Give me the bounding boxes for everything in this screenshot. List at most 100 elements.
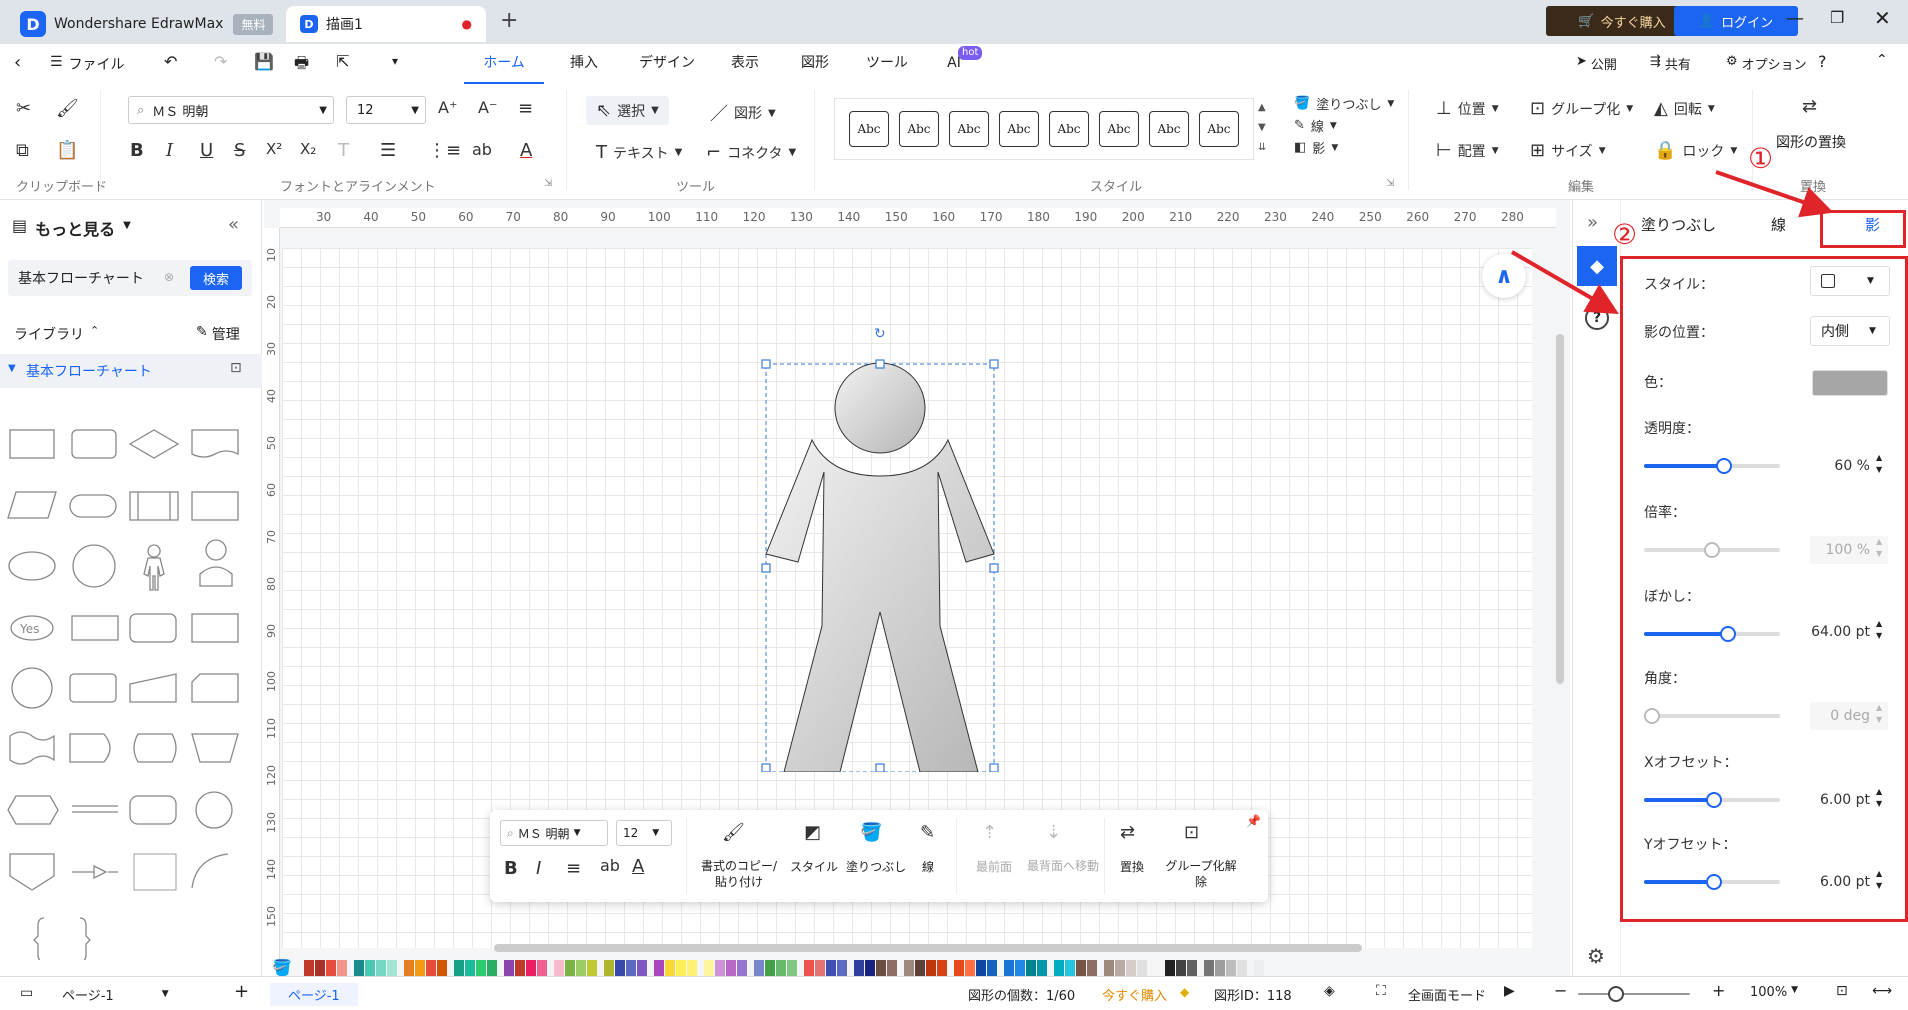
- color-swatch[interactable]: [304, 960, 314, 976]
- color-swatch[interactable]: [604, 960, 614, 976]
- shape-ellipse[interactable]: [8, 551, 56, 581]
- float-ungroup-icon[interactable]: ⊡: [1184, 822, 1199, 843]
- color-swatch[interactable]: [326, 960, 336, 976]
- color-swatch[interactable]: [704, 960, 714, 976]
- resize-handle[interactable]: [761, 359, 771, 369]
- page-layout-icon[interactable]: ▭: [20, 985, 33, 1001]
- person-shape[interactable]: ↻: [760, 326, 1000, 772]
- decrease-font-icon[interactable]: A⁻: [478, 98, 497, 117]
- text-tool-button[interactable]: T テキスト ▼: [592, 138, 686, 167]
- shape-parallelogram[interactable]: [7, 491, 57, 519]
- color-swatch[interactable]: [676, 960, 686, 976]
- shape-user[interactable]: [199, 539, 233, 587]
- float-bring-front-icon[interactable]: ⇡: [982, 822, 997, 843]
- login-button[interactable]: 👤 ログイン: [1674, 6, 1798, 36]
- shape-card-corner[interactable]: [191, 673, 239, 703]
- color-swatch[interactable]: [1137, 960, 1147, 976]
- color-swatch[interactable]: [1254, 960, 1264, 976]
- zoom-level-select[interactable]: 100% ▼: [1750, 985, 1798, 1000]
- shape-on-page-reference[interactable]: [195, 791, 233, 829]
- style-preset[interactable]: Abc: [999, 111, 1039, 147]
- collapse-sidebar-icon[interactable]: «: [228, 214, 239, 235]
- bold-icon[interactable]: B: [130, 140, 144, 161]
- undo-icon[interactable]: ↶: [164, 52, 177, 71]
- color-swatch[interactable]: [487, 960, 497, 976]
- float-line-label[interactable]: 線: [922, 858, 934, 875]
- superscript-icon[interactable]: X²: [266, 140, 282, 158]
- color-swatch[interactable]: [1065, 960, 1075, 976]
- italic-icon[interactable]: I: [166, 140, 173, 161]
- shape-alternate-process[interactable]: [129, 795, 177, 825]
- replace-shape-label[interactable]: 図形の置換: [1776, 132, 1846, 152]
- color-swatch[interactable]: [504, 960, 514, 976]
- tab-home[interactable]: ホーム: [464, 44, 544, 84]
- zoom-slider[interactable]: [1578, 986, 1690, 1002]
- shape-stored-data[interactable]: [69, 673, 117, 703]
- color-swatch[interactable]: [526, 960, 536, 976]
- float-send-back-label[interactable]: 最背面へ移動: [1026, 858, 1100, 874]
- color-swatch[interactable]: [915, 960, 925, 976]
- library-section-toggle[interactable]: ライブラリ ⌃: [14, 324, 99, 344]
- float-bring-front-label[interactable]: 最前面: [976, 858, 1012, 875]
- resize-handle[interactable]: [761, 763, 771, 772]
- float-font-select[interactable]: ⌕ ＭＳ 明朝 ▼: [500, 820, 608, 846]
- pin-icon[interactable]: 📌: [1246, 814, 1261, 828]
- clear-icon[interactable]: ⊗: [164, 270, 174, 284]
- file-menu[interactable]: ☰ ファイル: [50, 54, 125, 74]
- color-swatch[interactable]: [965, 960, 975, 976]
- color-swatch[interactable]: [1076, 960, 1086, 976]
- color-swatch[interactable]: [1165, 960, 1175, 976]
- format-painter-icon[interactable]: 🖌: [56, 98, 79, 119]
- float-font-size-select[interactable]: 12 ▼: [616, 820, 672, 846]
- slider-knob[interactable]: [1608, 986, 1624, 1002]
- color-swatch[interactable]: [1026, 960, 1036, 976]
- connector-tool-button[interactable]: ⌐ コネクタ ▼: [702, 138, 800, 167]
- style-preset[interactable]: Abc: [949, 111, 989, 147]
- expand-icon[interactable]: ⇲: [1386, 178, 1394, 189]
- text-case-icon[interactable]: ab: [472, 140, 492, 159]
- color-swatch[interactable]: [337, 960, 347, 976]
- gallery-scroll-icon[interactable]: ▲ ▼ ⇊: [1258, 98, 1266, 158]
- color-swatch[interactable]: [787, 960, 797, 976]
- color-swatch[interactable]: [665, 960, 675, 976]
- color-swatch[interactable]: [1187, 960, 1197, 976]
- color-swatch[interactable]: [1037, 960, 1047, 976]
- fill-color-picker-icon[interactable]: 🪣: [272, 958, 292, 977]
- manage-libraries-button[interactable]: ✎ 管理: [196, 324, 240, 344]
- resize-handle[interactable]: [989, 763, 999, 772]
- float-italic-icon[interactable]: I: [536, 858, 541, 879]
- new-tab-button[interactable]: +: [500, 8, 518, 33]
- zoom-out-button[interactable]: −: [1554, 981, 1567, 1000]
- resize-handle[interactable]: [875, 763, 885, 772]
- align-button[interactable]: ⊢ 配置 ▼: [1436, 140, 1499, 161]
- font-color-icon[interactable]: A: [520, 140, 532, 161]
- font-name-select[interactable]: ⌕ ＭＳ 明朝 ▼: [128, 96, 334, 124]
- size-button[interactable]: ⊞ サイズ ▼: [1530, 140, 1606, 161]
- share-button[interactable]: ⇶ 共有: [1650, 54, 1691, 73]
- color-swatch[interactable]: [415, 960, 425, 976]
- float-ungroup-label[interactable]: グループ化解除: [1160, 858, 1242, 890]
- page-tab[interactable]: ページ-1: [270, 983, 358, 1006]
- shape-delay[interactable]: [69, 733, 111, 763]
- resize-handle[interactable]: [989, 563, 999, 573]
- color-swatch[interactable]: [865, 960, 875, 976]
- tab-shape[interactable]: 図形: [780, 44, 850, 84]
- color-swatch[interactable]: [1115, 960, 1125, 976]
- shape-display[interactable]: [133, 733, 177, 763]
- shape-annotation-text[interactable]: [133, 853, 177, 891]
- tab-design[interactable]: デザイン: [624, 44, 710, 84]
- bullets-icon[interactable]: ⋮≡: [428, 140, 461, 161]
- color-swatch[interactable]: [565, 960, 575, 976]
- color-swatch[interactable]: [376, 960, 386, 976]
- color-swatch[interactable]: [476, 960, 486, 976]
- shape-predefined-process[interactable]: [129, 491, 179, 521]
- color-swatch[interactable]: [815, 960, 825, 976]
- layers-icon[interactable]: ◈: [1324, 983, 1335, 999]
- shape-circle[interactable]: [72, 544, 116, 588]
- position-button[interactable]: ⊥ 位置 ▼: [1436, 98, 1499, 119]
- shape-internal-storage[interactable]: [191, 613, 239, 643]
- style-preset[interactable]: Abc: [899, 111, 939, 147]
- align-icon[interactable]: ≡: [518, 98, 533, 119]
- font-size-select[interactable]: 12 ▼: [346, 96, 426, 124]
- play-icon[interactable]: ▶: [1504, 983, 1515, 999]
